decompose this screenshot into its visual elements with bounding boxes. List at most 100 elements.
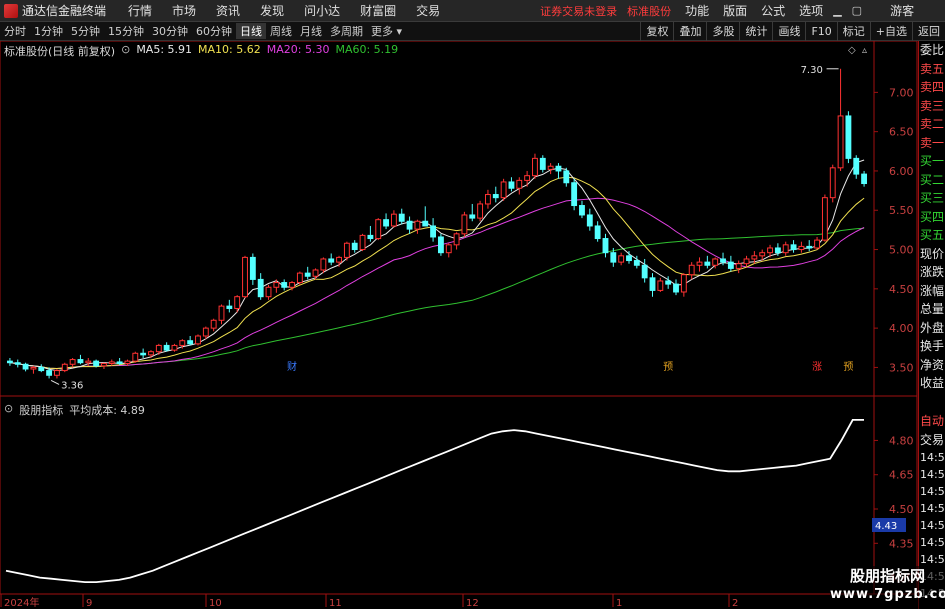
low-pointer xyxy=(50,379,60,385)
candle-body xyxy=(210,319,217,329)
candle-body xyxy=(774,247,781,254)
candle-body xyxy=(320,258,327,271)
candle-body xyxy=(626,255,632,262)
app-logo-icon xyxy=(4,3,18,18)
period-15min[interactable]: 15分钟 xyxy=(104,23,148,39)
menu-trade[interactable]: 交易 xyxy=(416,2,440,19)
button-overlay[interactable]: 叠加 xyxy=(673,22,706,41)
watermark-title: 股朋指标网 xyxy=(849,567,925,585)
kline-chart[interactable]: 7.00 6.50 6.00 5.50 5.00 4.50 4.00 3.50 4.80 4.65… xyxy=(0,41,918,609)
period-monthly[interactable]: 月线 xyxy=(296,23,326,39)
menu-wealth[interactable]: 财富圈 xyxy=(360,2,396,19)
candle-body xyxy=(798,245,805,251)
period-more-label: 更多 xyxy=(371,25,393,38)
ma5-label: MA5: 5.91 xyxy=(136,43,193,56)
menu-ask[interactable]: 问小达 xyxy=(304,2,340,19)
menu-bar: 通达信金融终端 行情 市场 资讯 发现 问小达 财富圈 交易 证券交易未登录 标… xyxy=(0,0,945,22)
button-mark[interactable]: 标记 xyxy=(836,22,870,41)
indicator-settings-icon[interactable]: ⊙ xyxy=(4,402,13,418)
candle-body xyxy=(500,181,507,199)
ma10-line xyxy=(9,176,865,370)
indicator-pane-frame xyxy=(0,395,918,595)
sidebar-label: 外盘 xyxy=(920,320,945,335)
candle-body xyxy=(101,362,107,367)
sidebar-tab[interactable]: 交易 xyxy=(919,431,945,450)
date-tick-label: 11 xyxy=(329,598,342,609)
menu-options[interactable]: 选项 xyxy=(799,2,823,19)
button-f10[interactable]: F10 xyxy=(805,22,836,41)
button-stats[interactable]: 统计 xyxy=(739,22,772,41)
candle-body xyxy=(720,258,726,263)
ma60-line xyxy=(9,227,865,370)
menu-quotes[interactable]: 行情 xyxy=(128,2,152,19)
candle-body xyxy=(289,282,295,288)
candle-body xyxy=(398,213,405,222)
menu-formula[interactable]: 公式 xyxy=(761,2,785,19)
menu-discover[interactable]: 发现 xyxy=(260,2,284,19)
candle-body xyxy=(85,360,92,364)
period-5min[interactable]: 5分钟 xyxy=(67,23,104,39)
trade-time: 14:56 xyxy=(920,519,945,532)
ma20-line xyxy=(9,197,865,370)
settings-icon[interactable]: ⊙ xyxy=(121,43,130,59)
period-intraday[interactable]: 分时 xyxy=(0,23,30,39)
candle-body xyxy=(751,255,758,260)
stock-name: 标准股份 xyxy=(627,4,672,18)
minimize-icon[interactable]: ▁ xyxy=(833,4,841,17)
button-multi-stock[interactable]: 多股 xyxy=(706,22,739,41)
sidebar-label: 买三 xyxy=(920,191,945,205)
candle-body xyxy=(853,157,860,175)
sidebar-tab[interactable]: 自动 xyxy=(919,412,945,431)
sidebar-label: 净资 xyxy=(920,357,945,372)
menu-function[interactable]: 功能 xyxy=(685,2,709,19)
sidebar-label: 买五 xyxy=(920,228,945,242)
period-30min[interactable]: 30分钟 xyxy=(148,23,192,39)
menu-layout[interactable]: 版面 xyxy=(723,2,747,19)
candle-body xyxy=(508,181,515,189)
candle-body xyxy=(806,245,813,249)
low-label: 3.36 xyxy=(61,380,83,391)
candle-body xyxy=(242,256,248,298)
period-60min[interactable]: 60分钟 xyxy=(192,23,236,39)
indicator-tick-label: 4.80 xyxy=(889,434,914,447)
menu-news[interactable]: 资讯 xyxy=(216,2,240,19)
candle-body xyxy=(406,220,413,230)
sidebar-label: 卖一 xyxy=(920,135,945,150)
candle-body xyxy=(680,274,687,293)
trade-time: 14:56 xyxy=(920,536,945,549)
sidebar-label: 卖二 xyxy=(920,117,945,131)
maximize-icon[interactable]: ▢ xyxy=(852,4,862,17)
candle-body xyxy=(430,225,437,238)
candle-body xyxy=(829,167,836,199)
period-weekly[interactable]: 周线 xyxy=(266,23,296,39)
candle-body xyxy=(108,361,115,364)
period-1min[interactable]: 1分钟 xyxy=(30,23,67,39)
candle-body xyxy=(688,264,695,276)
candle-body xyxy=(390,213,397,227)
period-more[interactable]: 更多 ▾ xyxy=(367,23,406,39)
candle-body xyxy=(727,261,734,269)
sidebar-label: 委比 xyxy=(920,43,945,57)
candle-body xyxy=(814,239,820,249)
candle-body xyxy=(155,344,162,353)
login-status[interactable]: 证券交易未登录 xyxy=(540,3,617,19)
candle-body xyxy=(367,234,374,240)
candle-body xyxy=(14,362,21,365)
candle-body xyxy=(469,214,476,219)
period-daily[interactable]: 日线 xyxy=(236,23,266,39)
sidebar-label: 换手 xyxy=(920,339,945,353)
candle-body xyxy=(124,360,131,364)
button-back[interactable]: 返回 xyxy=(912,22,945,41)
menu-market[interactable]: 市场 xyxy=(172,2,196,19)
button-adjust[interactable]: 复权 xyxy=(640,22,673,41)
button-draw[interactable]: 画线 xyxy=(772,22,805,41)
period-multi[interactable]: 多周期 xyxy=(326,23,367,39)
candle-body xyxy=(179,340,186,346)
date-tick-label: 2024年 xyxy=(4,596,39,609)
diamond-icon: ◇ xyxy=(848,45,856,56)
button-add-watchlist[interactable]: +自选 xyxy=(869,22,912,41)
candle-body xyxy=(77,359,84,364)
candle-body xyxy=(281,282,288,288)
candle-body xyxy=(759,252,766,257)
guest-user[interactable]: 游客 xyxy=(890,2,914,19)
